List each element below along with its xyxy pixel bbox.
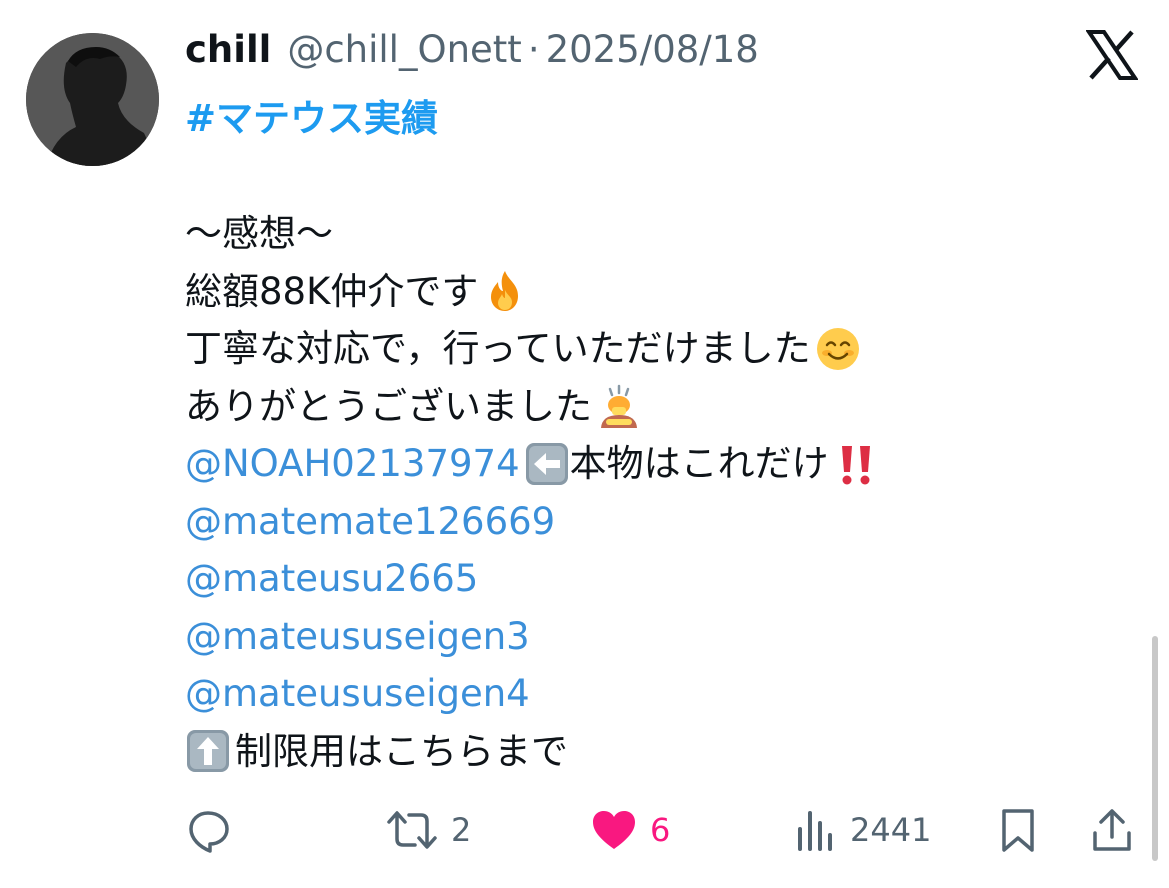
tweet-header: chill @chill_Onett · 2025/08/18 — [185, 28, 759, 78]
body-line: @NOAH02137974 本物はこれだけ — [185, 435, 879, 493]
tweet-date[interactable]: 2025/08/18 — [546, 28, 759, 71]
body-text: 総額88K仲介です — [185, 269, 479, 313]
share-icon — [1093, 809, 1131, 851]
retweet-count: 2 — [451, 811, 472, 849]
body-line: @mateususeigen4 — [185, 665, 879, 723]
body-line: @mateusu2665 — [185, 550, 879, 608]
tweet-card[interactable]: chill @chill_Onett · 2025/08/18 #マテウス実績 … — [0, 0, 1169, 888]
body-line: 制限用はこちらまで — [185, 723, 879, 781]
body-line: 丁寧な対応で，行っていただけました — [185, 320, 879, 378]
tweet-body: 〜感想〜 総額88K仲介です 丁寧な対応で，行っていただけました ありがとうござ… — [185, 205, 879, 780]
mention-link[interactable]: @NOAH02137974 — [185, 435, 520, 493]
x-logo-icon — [1085, 30, 1139, 80]
mention-link[interactable]: @matemate126669 — [185, 493, 555, 551]
heart-icon — [593, 811, 635, 849]
bowing-person-emoji-icon — [596, 383, 642, 429]
avatar-silhouette — [26, 33, 159, 166]
body-text: 本物はこれだけ — [569, 442, 829, 485]
body-line: @matemate126669 — [185, 493, 879, 551]
mention-link[interactable]: @mateususeigen3 — [185, 608, 530, 666]
fire-emoji-icon — [482, 268, 528, 314]
retweet-button[interactable]: 2 — [385, 800, 471, 860]
scrollbar[interactable] — [1152, 636, 1158, 861]
display-name[interactable]: chill — [185, 28, 271, 71]
bookmark-button[interactable] — [998, 800, 1038, 860]
views-button[interactable]: 2441 — [796, 800, 931, 860]
mention-link[interactable]: @mateususeigen4 — [185, 665, 530, 723]
body-text: 制限用はこちらまで — [235, 729, 568, 773]
left-arrow-emoji-icon — [524, 441, 570, 487]
views-icon — [798, 811, 832, 851]
body-text: 丁寧な対応で，行っていただけました — [185, 327, 811, 370]
body-line: 〜感想〜 — [185, 205, 879, 263]
mention-link[interactable]: @mateusu2665 — [185, 550, 478, 608]
user-handle[interactable]: @chill_Onett — [287, 28, 521, 71]
separator-dot: · — [527, 28, 540, 71]
body-text: 〜感想〜 — [185, 212, 333, 255]
avatar[interactable] — [26, 33, 159, 166]
bookmark-icon — [1002, 809, 1034, 852]
share-button[interactable] — [1090, 800, 1134, 860]
like-button[interactable]: 6 — [590, 800, 670, 860]
views-count: 2441 — [850, 811, 932, 849]
body-text: ありがとうございました — [185, 384, 592, 428]
action-bar: 2 6 2441 — [0, 800, 1169, 860]
body-line: ありがとうございました — [185, 378, 879, 436]
smiling-face-emoji-icon — [815, 326, 861, 372]
double-exclamation-emoji-icon — [833, 441, 879, 487]
reply-icon — [189, 811, 229, 853]
hashtag-link[interactable]: #マテウス実績 — [185, 88, 438, 142]
reply-button[interactable] — [186, 800, 232, 860]
up-arrow-emoji-icon — [185, 728, 231, 774]
body-line: @mateususeigen3 — [185, 608, 879, 666]
retweet-icon — [387, 811, 437, 849]
body-line: 総額88K仲介です — [185, 263, 879, 321]
like-count: 6 — [650, 811, 671, 849]
